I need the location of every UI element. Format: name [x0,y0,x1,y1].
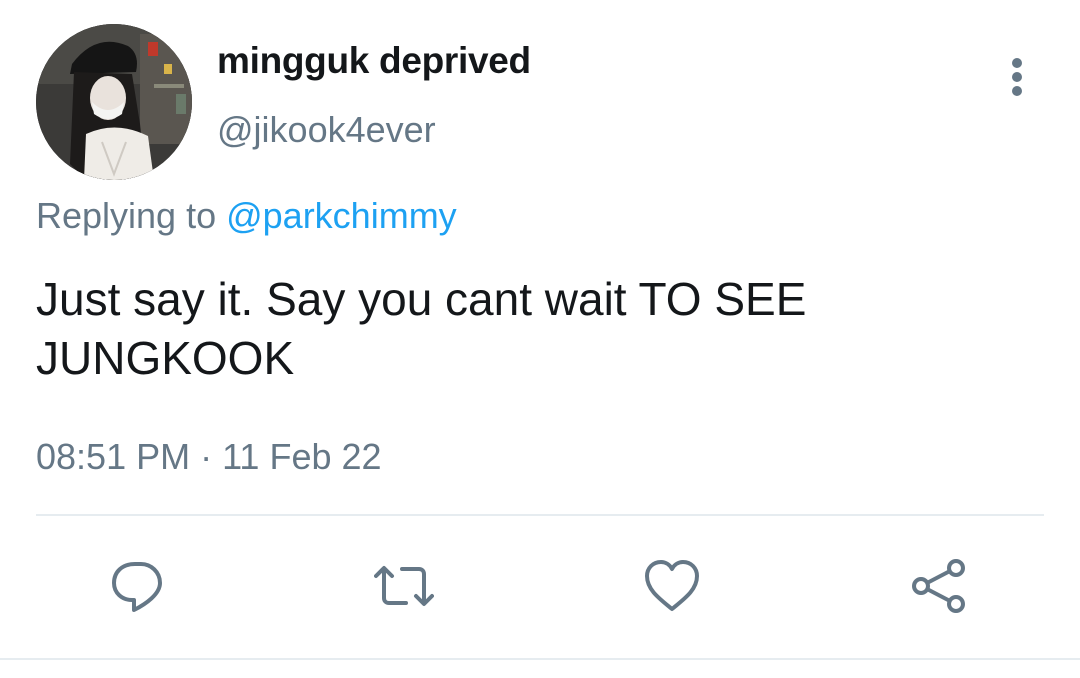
tweet-timestamp[interactable]: 08:51 PM · 11 Feb 22 [36,436,382,478]
retweet-icon [374,566,434,606]
heart-icon [645,560,699,611]
reply-to-handle-link[interactable]: @parkchimmy [226,195,457,236]
reply-button[interactable] [108,556,168,616]
tweet-text: Just say it. Say you cant wait TO SEE JU… [36,270,1036,388]
user-handle[interactable]: @jikook4ever [217,109,436,151]
like-button[interactable] [642,556,702,616]
avatar-photo [36,24,192,180]
divider [36,514,1044,516]
replying-to-line: Replying to @parkchimmy [36,195,457,237]
share-icon [912,559,965,613]
comment-icon [112,562,162,612]
share-button[interactable] [908,556,968,616]
tweet-text-line: JUNGKOOK [36,332,295,384]
avatar[interactable] [36,24,192,180]
replying-to-label: Replying to [36,195,227,236]
display-name[interactable]: mingguk deprived [217,40,531,82]
divider [0,658,1080,660]
tweet-text-line: Just say it. Say you cant wait TO SEE [36,273,807,325]
more-options-button[interactable] [998,52,1038,100]
retweet-button[interactable] [374,556,434,616]
